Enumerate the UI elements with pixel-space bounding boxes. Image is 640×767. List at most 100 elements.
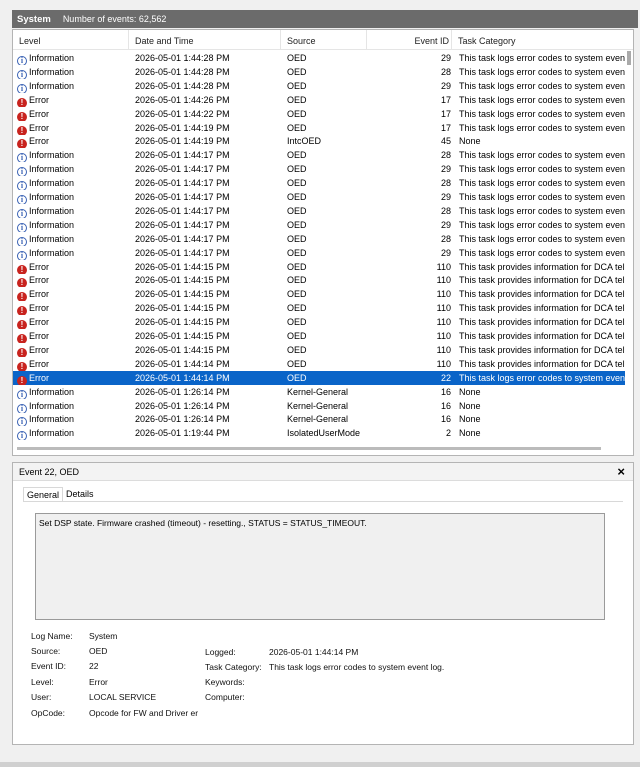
level-cell: ! Error: [17, 260, 127, 274]
task-category-cell: This task logs error codes to system eve…: [459, 122, 625, 133]
date-cell: 2026-05-01 1:26:14 PM: [135, 400, 230, 411]
table-row[interactable]: i Information 2026-05-01 1:26:14 PM Kernel-…: [13, 385, 625, 399]
column-header-task-category[interactable]: Task Category: [452, 30, 633, 50]
level-text: Error: [29, 261, 49, 272]
date-cell: 2026-05-01 1:44:17 PM: [135, 178, 230, 189]
level-text: Error: [29, 303, 49, 314]
level-cell: ! Error: [17, 134, 127, 149]
level-cell: ! Error: [17, 301, 127, 316]
table-row[interactable]: i Information 2026-05-01 1:44:28 PM OED 29 Th…: [13, 51, 625, 65]
date-cell: 2026-05-01 1:44:19 PM: [135, 122, 230, 133]
level-text: Information: [29, 233, 75, 244]
level-text: Error: [29, 275, 49, 286]
information-icon: i: [17, 389, 27, 399]
vertical-scrollbar[interactable]: [625, 51, 633, 441]
level-text: Error: [29, 317, 49, 328]
error-icon: !: [17, 264, 27, 274]
level-cell: ! Error: [17, 273, 127, 288]
column-header-event-id[interactable]: Event ID: [367, 30, 452, 50]
detail-title: Event 22, OED: [19, 467, 80, 477]
log-name-title: System: [17, 13, 51, 25]
task-category-cell: This task logs error codes to system eve…: [459, 192, 625, 202]
task-category-cell: This task provides information for DCA t…: [459, 303, 625, 314]
table-row[interactable]: ! Error 2026-05-01 1:44:26 PM OED 17 This tas…: [13, 93, 625, 107]
event-id-label: Event ID:: [31, 661, 66, 671]
table-row[interactable]: ! Error 2026-05-01 1:44:15 PM OED 110 This ta…: [13, 273, 625, 288]
table-row[interactable]: ! Error 2026-05-01 1:44:15 PM OED 110 This ta…: [13, 329, 625, 343]
level-cell: ! Error: [17, 329, 127, 343]
date-cell: 2026-05-01 1:44:15 PM: [135, 261, 230, 272]
event-message-box[interactable]: Set DSP state. Firmware crashed (timeout…: [35, 513, 605, 620]
window-top-strip: [0, 0, 640, 9]
task-category-cell: This task provides information for DCA t…: [459, 275, 625, 286]
event-id-cell: 28: [440, 205, 451, 216]
date-cell: 2026-05-01 1:44:17 PM: [135, 150, 230, 161]
table-row[interactable]: i Information 2026-05-01 1:26:14 PM Kernel-…: [13, 412, 625, 427]
logged-label: Logged:: [205, 647, 236, 657]
event-list-panel: Level Date and Time Source Event ID Task…: [12, 29, 634, 456]
date-cell: 2026-05-01 1:44:17 PM: [135, 192, 230, 202]
detail-header: Event 22, OED ×: [13, 463, 633, 481]
task-category-cell: This task logs error codes to system eve…: [459, 108, 625, 119]
level-text: Information: [29, 205, 75, 216]
table-row[interactable]: i Information 2026-05-01 1:44:17 PM OED 29 Th…: [13, 162, 625, 177]
error-icon: !: [17, 375, 27, 385]
table-row[interactable]: i Information 2026-05-01 1:44:17 PM OED 28 Th…: [13, 232, 625, 246]
level-text: Information: [29, 414, 75, 425]
close-icon[interactable]: ×: [617, 463, 625, 481]
column-header-date[interactable]: Date and Time: [129, 30, 281, 50]
table-row[interactable]: ! Error 2026-05-01 1:44:15 PM OED 110 This ta…: [13, 260, 625, 274]
date-cell: 2026-05-01 1:44:15 PM: [135, 289, 230, 300]
table-row[interactable]: ! Error 2026-05-01 1:44:15 PM OED 110 This ta…: [13, 343, 625, 357]
table-row[interactable]: i Information 2026-05-01 1:19:44 PM Isolate…: [13, 426, 625, 441]
error-icon: !: [17, 361, 27, 371]
tab-details[interactable]: Details: [63, 487, 97, 501]
event-id-cell: 29: [440, 164, 451, 175]
column-header-source[interactable]: Source: [281, 30, 367, 50]
column-header-row: Level Date and Time Source Event ID Task…: [13, 30, 633, 50]
table-row[interactable]: ! Error 2026-05-01 1:44:22 PM OED 17 This tas…: [13, 107, 625, 121]
vertical-scrollbar-thumb[interactable]: [627, 51, 631, 65]
opcode-label: OpCode:: [31, 708, 66, 718]
table-row[interactable]: i Information 2026-05-01 1:44:17 PM OED 29 Th…: [13, 190, 625, 204]
event-id-cell: 110: [436, 261, 451, 272]
level-text: Error: [29, 108, 49, 119]
event-id-cell: 29: [440, 247, 451, 258]
table-row[interactable]: ! Error 2026-05-01 1:44:15 PM OED 110 This ta…: [13, 315, 625, 330]
event-id-cell: 16: [440, 414, 451, 425]
table-row[interactable]: i Information 2026-05-01 1:44:28 PM OED 29 Th…: [13, 79, 625, 93]
level-text: Error: [29, 358, 49, 369]
log-name-value: System: [89, 631, 118, 641]
date-cell: 2026-05-01 1:44:17 PM: [135, 219, 230, 230]
table-row[interactable]: i Information 2026-05-01 1:44:17 PM OED 28 Th…: [13, 176, 625, 191]
log-title-bar: System Number of events: 62,562: [12, 10, 638, 28]
table-row[interactable]: ! Error 2026-05-01 1:44:15 PM OED 110 This ta…: [13, 301, 625, 316]
horizontal-scrollbar-thumb[interactable]: [17, 447, 601, 450]
level-text: Information: [29, 192, 75, 202]
event-id-cell: 110: [436, 358, 451, 369]
date-cell: 2026-05-01 1:44:17 PM: [135, 247, 230, 258]
horizontal-scrollbar[interactable]: [13, 442, 633, 454]
error-icon: !: [17, 334, 27, 343]
table-row[interactable]: i Information 2026-05-01 1:44:28 PM OED 28 Th…: [13, 65, 625, 79]
tab-general[interactable]: General: [23, 487, 64, 501]
task-category-cell: This task provides information for DCA t…: [459, 261, 625, 272]
information-icon: i: [17, 250, 27, 260]
column-header-level[interactable]: Level: [13, 30, 129, 50]
table-row[interactable]: ! Error 2026-05-01 1:44:19 PM IntcOED 45 None: [13, 134, 625, 149]
event-id-value: 22: [89, 661, 99, 671]
table-row-selected[interactable]: ! Error 2026-05-01 1:44:14 PM OED 22 This tas…: [13, 370, 625, 385]
table-row[interactable]: i Information 2026-05-01 1:26:14 PM Kernel-…: [13, 399, 625, 413]
table-row[interactable]: ! Error 2026-05-01 1:44:14 PM OED 110 This ta…: [13, 357, 625, 371]
table-row[interactable]: i Information 2026-05-01 1:44:17 PM OED 28 Th…: [13, 204, 625, 218]
table-row[interactable]: i Information 2026-05-01 1:44:17 PM OED 29 Th…: [13, 246, 625, 260]
date-cell: 2026-05-01 1:44:17 PM: [135, 164, 230, 175]
task-category-cell: This task provides information for DCA t…: [459, 289, 625, 300]
task-category-cell: This task logs error codes to system eve…: [459, 66, 625, 77]
table-row[interactable]: i Information 2026-05-01 1:44:17 PM OED 28 Th…: [13, 148, 625, 163]
table-row[interactable]: ! Error 2026-05-01 1:44:15 PM OED 110 This ta…: [13, 287, 625, 302]
event-id-cell: 16: [440, 386, 451, 397]
task-category-cell: This task logs error codes to system eve…: [459, 150, 625, 161]
table-row[interactable]: ! Error 2026-05-01 1:44:19 PM OED 17 This tas…: [13, 121, 625, 135]
table-row[interactable]: i Information 2026-05-01 1:44:17 PM OED 29 Th…: [13, 218, 625, 232]
